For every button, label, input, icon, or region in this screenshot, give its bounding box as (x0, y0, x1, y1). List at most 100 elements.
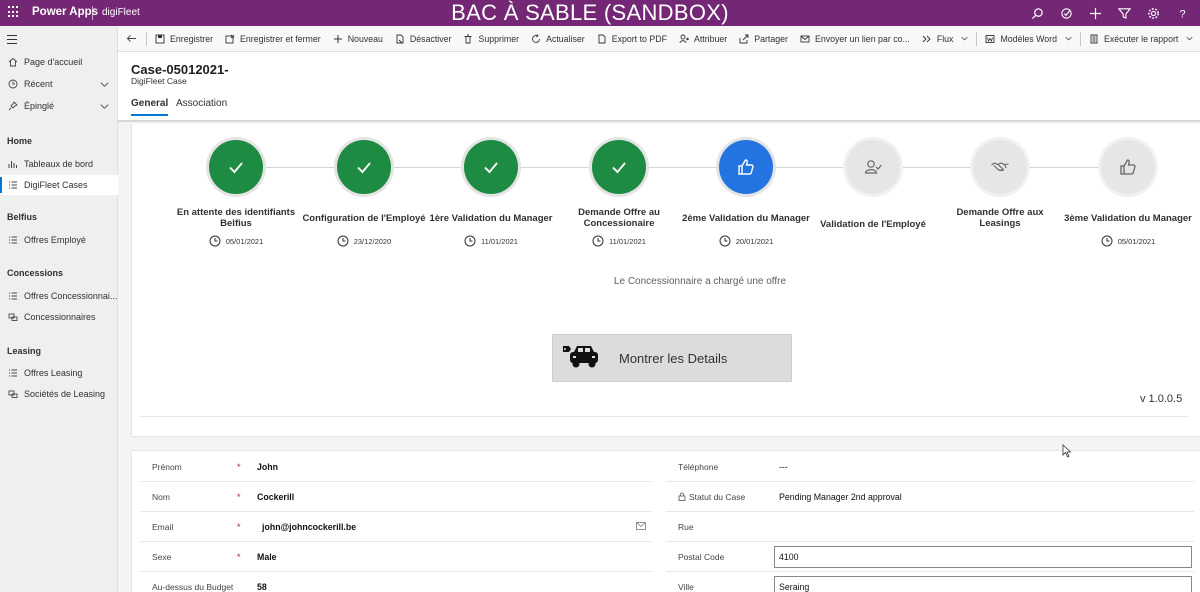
assign-button[interactable]: Attribuer (673, 26, 733, 52)
sidebar-section-belfius: Belfius (7, 212, 38, 222)
sidebar-item-concessionnaires[interactable]: Concessionnaires (0, 307, 118, 327)
home-icon (2, 57, 24, 67)
process-stage[interactable]: 1ère Validation du Manager 11/01/2021 (426, 140, 556, 247)
field-label: Téléphone (678, 462, 719, 472)
sidebar-item-home[interactable]: Page d'accueil (0, 52, 118, 72)
case-status-field: Pending Manager 2nd approval (779, 492, 902, 502)
phone-field[interactable]: --- (779, 462, 788, 472)
chevron-down-icon (1065, 36, 1072, 41)
field-label: Ville (678, 582, 694, 592)
email-field[interactable]: john@johncockerill.be (262, 522, 356, 532)
sidebar-item-digifleet-cases[interactable]: DigiFleet Cases (0, 175, 118, 195)
sidebar-item-pinned[interactable]: Épinglé (0, 96, 118, 116)
search-icon[interactable] (1027, 4, 1047, 22)
refresh-button[interactable]: Actualiser (525, 26, 591, 52)
list-icon (2, 368, 24, 378)
save-and-close-label: Enregistrer et fermer (240, 33, 321, 44)
process-stage[interactable]: En attente des identifiants Belfius 05/0… (171, 140, 301, 247)
chevron-down-icon[interactable] (100, 80, 109, 89)
stage-date: 05/01/2021 (1063, 235, 1193, 247)
save-and-close-button[interactable]: Enregistrer et fermer (219, 26, 327, 52)
process-stage[interactable]: Validation de l'Employé (808, 140, 938, 235)
stage-status-circle[interactable] (973, 140, 1027, 194)
command-bar: Enregistrer Enregistrer et fermer Nouvea… (118, 26, 1200, 52)
postal-code-input[interactable]: 4100 (774, 546, 1192, 568)
chevron-down-icon[interactable] (100, 102, 109, 111)
run-report-button[interactable]: Exécuter le rapport (1083, 26, 1199, 52)
process-stage-current[interactable]: 2ème Validation du Manager 20/01/2021 (681, 140, 811, 247)
required-marker: * (237, 552, 241, 562)
sidebar-item-label: Offres Employé (24, 235, 86, 245)
help-icon[interactable]: ? (1172, 4, 1192, 22)
new-button[interactable]: Nouveau (327, 26, 389, 52)
stage-label: 3ème Validation du Manager (1064, 212, 1192, 224)
field-label: Nom (152, 492, 170, 502)
stage-date-value: 20/01/2021 (735, 236, 774, 246)
environment-name[interactable]: digiFleet (102, 7, 140, 18)
app-name[interactable]: Power Apps (32, 6, 98, 18)
share-icon (739, 34, 749, 43)
sidebar-item-recent[interactable]: Récent (0, 74, 118, 94)
back-arrow-icon[interactable] (118, 33, 144, 44)
plus-icon[interactable] (1085, 4, 1105, 22)
field-row-sexe: Sexe * Male (140, 542, 652, 572)
word-templates-button[interactable]: Modèles Word (979, 26, 1078, 52)
stage-status-circle[interactable] (592, 140, 646, 194)
plus-icon (333, 34, 342, 43)
deactivate-button[interactable]: Désactiver (389, 26, 458, 52)
show-details-button[interactable]: Montrer les Details (552, 334, 792, 382)
export-pdf-button[interactable]: Export to PDF (591, 26, 673, 52)
over-budget-field[interactable]: 58 (257, 582, 267, 592)
delete-button-label: Supprimer (478, 33, 520, 44)
city-input[interactable]: Seraing (774, 576, 1192, 592)
filter-icon[interactable] (1114, 4, 1134, 22)
share-button[interactable]: Partager (733, 26, 794, 52)
sidebar-item-offres-concessionnaires[interactable]: Offres Concessionnai... (0, 286, 118, 306)
sidebar-item-societes-leasing[interactable]: Sociétés de Leasing (0, 384, 118, 404)
flow-button[interactable]: Flux (916, 26, 975, 52)
tab-general[interactable]: General (131, 98, 169, 116)
clock-icon (209, 235, 221, 247)
sidebar-item-offres-leasing[interactable]: Offres Leasing (0, 363, 118, 383)
first-name-field[interactable]: John (257, 462, 278, 472)
email-link-button[interactable]: Envoyer un lien par co... (794, 26, 916, 52)
gear-icon[interactable] (1143, 4, 1163, 22)
app-launcher-icon[interactable] (8, 6, 20, 18)
entity-icon (2, 389, 24, 399)
last-name-field[interactable]: Cockerill (257, 492, 294, 502)
sidebar-item-offres-employe[interactable]: Offres Employé (0, 230, 118, 250)
hamburger-menu-icon[interactable] (7, 35, 17, 47)
version-label: v 1.0.0.5 (1140, 393, 1183, 405)
clock-icon (2, 79, 24, 89)
sidebar-item-dashboards[interactable]: Tableaux de bord (0, 154, 118, 174)
send-email-icon[interactable] (636, 522, 646, 530)
city-value: Seraing (779, 582, 810, 592)
refresh-icon (532, 33, 541, 43)
stage-date-value: 11/01/2021 (481, 236, 518, 246)
stage-status-circle[interactable] (1101, 140, 1155, 194)
handshake-icon (991, 162, 1009, 172)
deactivate-button-label: Désactiver (409, 33, 452, 44)
stage-status-circle[interactable] (846, 140, 900, 194)
process-stage[interactable]: Demande Offre au Concessionaire 11/01/20… (554, 140, 684, 247)
record-entity-name: DigiFleet Case (131, 76, 187, 86)
stage-status-circle[interactable] (719, 140, 773, 194)
process-stage[interactable]: Configuration de l'Employé 23/12/2020 (299, 140, 429, 247)
tab-association[interactable]: Association (176, 98, 227, 114)
refresh-button-label: Actualiser (546, 33, 585, 44)
process-stage[interactable]: 3ème Validation du Manager 05/01/2021 (1063, 140, 1193, 247)
sidebar-item-label: Récent (24, 79, 53, 89)
stage-status-circle[interactable] (209, 140, 263, 194)
save-close-icon (225, 34, 235, 43)
delete-button[interactable]: Supprimer (457, 26, 525, 52)
process-stage[interactable]: Demande Offre aux Leasings (935, 140, 1065, 229)
chevron-down-icon (1186, 36, 1193, 41)
stage-status-circle[interactable] (337, 140, 391, 194)
gender-field[interactable]: Male (257, 552, 277, 562)
stage-status-circle[interactable] (464, 140, 518, 194)
task-icon[interactable] (1056, 4, 1076, 22)
save-button[interactable]: Enregistrer (149, 26, 219, 52)
export-pdf-label: Export to PDF (611, 33, 667, 44)
field-label: Au-dessus du Budget (152, 582, 234, 592)
stage-label: 1ère Validation du Manager (429, 212, 553, 224)
